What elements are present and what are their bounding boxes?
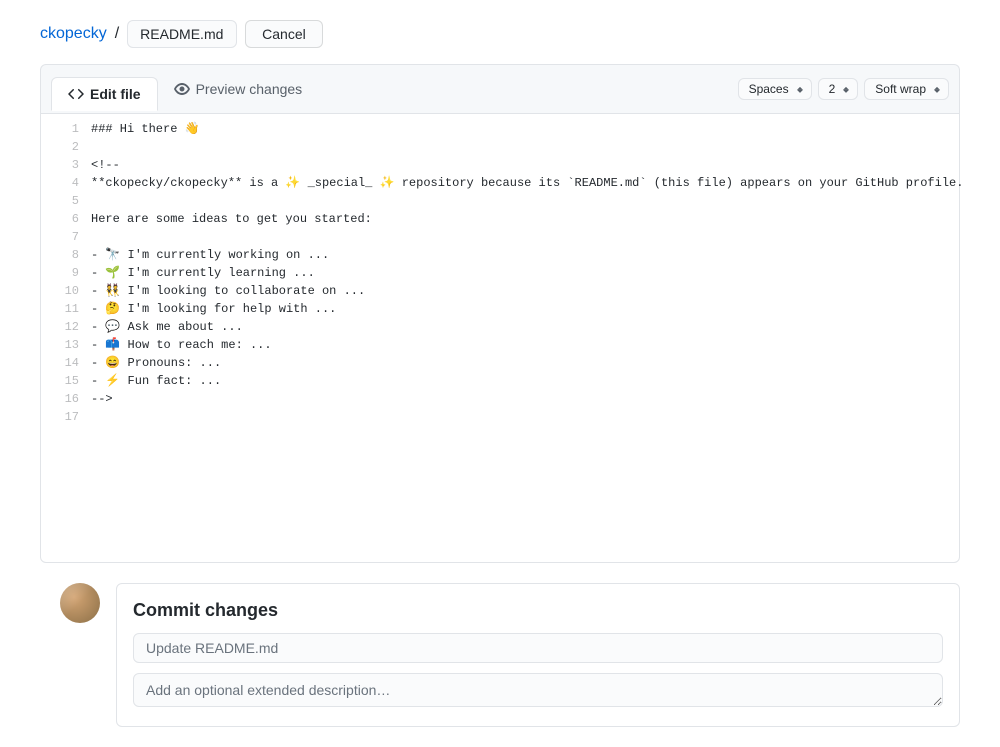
- code-line[interactable]: 5: [41, 192, 959, 210]
- indent-mode-select[interactable]: Spaces: [738, 78, 812, 100]
- code-line[interactable]: 15- ⚡ Fun fact: ...: [41, 372, 959, 390]
- indent-size-select[interactable]: 2: [818, 78, 859, 100]
- line-content[interactable]: [91, 408, 959, 426]
- line-number: 13: [41, 336, 91, 354]
- tab-edit-file[interactable]: Edit file: [51, 77, 158, 111]
- code-line[interactable]: 1### Hi there 👋: [41, 120, 959, 138]
- line-content[interactable]: -->: [91, 390, 959, 408]
- commit-panel: Commit changes: [116, 583, 960, 727]
- commit-summary-input[interactable]: [133, 633, 943, 663]
- line-content[interactable]: - 👯 I'm looking to collaborate on ...: [91, 282, 959, 300]
- line-content[interactable]: - 😄 Pronouns: ...: [91, 354, 959, 372]
- line-number: 11: [41, 300, 91, 318]
- line-content[interactable]: - 🤔 I'm looking for help with ...: [91, 300, 959, 318]
- line-content[interactable]: - 💬 Ask me about ...: [91, 318, 959, 336]
- code-icon: [68, 86, 84, 102]
- editor-toolbar: Edit file Preview changes Spaces 2 Soft …: [40, 64, 960, 113]
- repo-link[interactable]: ckopecky: [40, 25, 107, 43]
- code-line[interactable]: 17: [41, 408, 959, 426]
- line-content[interactable]: Here are some ideas to get you started:: [91, 210, 959, 228]
- line-number: 3: [41, 156, 91, 174]
- line-number: 17: [41, 408, 91, 426]
- code-line[interactable]: 14- 😄 Pronouns: ...: [41, 354, 959, 372]
- line-content[interactable]: <!--: [91, 156, 959, 174]
- code-line[interactable]: 8- 🔭 I'm currently working on ...: [41, 246, 959, 264]
- wrap-mode-select[interactable]: Soft wrap: [864, 78, 949, 100]
- code-line[interactable]: 4**ckopecky/ckopecky** is a ✨ _special_ …: [41, 174, 959, 192]
- line-content[interactable]: - 🔭 I'm currently working on ...: [91, 246, 959, 264]
- line-number: 9: [41, 264, 91, 282]
- code-line[interactable]: 7: [41, 228, 959, 246]
- code-line[interactable]: 10- 👯 I'm looking to collaborate on ...: [41, 282, 959, 300]
- commit-description-textarea[interactable]: [133, 673, 943, 707]
- line-content[interactable]: [91, 192, 959, 210]
- code-line[interactable]: 16-->: [41, 390, 959, 408]
- line-number: 8: [41, 246, 91, 264]
- filename-input[interactable]: [127, 20, 237, 48]
- commit-heading: Commit changes: [133, 600, 943, 621]
- code-line[interactable]: 6Here are some ideas to get you started:: [41, 210, 959, 228]
- path-separator: /: [115, 25, 119, 43]
- line-number: 14: [41, 354, 91, 372]
- line-content[interactable]: - ⚡ Fun fact: ...: [91, 372, 959, 390]
- code-line[interactable]: 13- 📫 How to reach me: ...: [41, 336, 959, 354]
- tab-preview-label: Preview changes: [196, 81, 303, 97]
- line-content[interactable]: [91, 138, 959, 156]
- line-number: 6: [41, 210, 91, 228]
- line-number: 7: [41, 228, 91, 246]
- tab-edit-label: Edit file: [90, 86, 141, 102]
- line-number: 12: [41, 318, 91, 336]
- line-number: 4: [41, 174, 91, 192]
- line-number: 1: [41, 120, 91, 138]
- line-content[interactable]: ### Hi there 👋: [91, 120, 959, 138]
- avatar: [60, 583, 100, 623]
- line-number: 10: [41, 282, 91, 300]
- eye-icon: [174, 81, 190, 97]
- code-line[interactable]: 9- 🌱 I'm currently learning ...: [41, 264, 959, 282]
- cancel-button[interactable]: Cancel: [245, 20, 323, 48]
- line-content[interactable]: - 🌱 I'm currently learning ...: [91, 264, 959, 282]
- line-number: 15: [41, 372, 91, 390]
- line-content[interactable]: **ckopecky/ckopecky** is a ✨ _special_ ✨…: [91, 174, 963, 192]
- tab-preview-changes[interactable]: Preview changes: [158, 73, 319, 105]
- line-number: 5: [41, 192, 91, 210]
- code-line[interactable]: 3<!--: [41, 156, 959, 174]
- code-line[interactable]: 11- 🤔 I'm looking for help with ...: [41, 300, 959, 318]
- code-line[interactable]: 2: [41, 138, 959, 156]
- code-line[interactable]: 12- 💬 Ask me about ...: [41, 318, 959, 336]
- code-editor[interactable]: 1### Hi there 👋23<!--4**ckopecky/ckopeck…: [40, 113, 960, 563]
- line-content[interactable]: [91, 228, 959, 246]
- line-number: 2: [41, 138, 91, 156]
- line-content[interactable]: - 📫 How to reach me: ...: [91, 336, 959, 354]
- line-number: 16: [41, 390, 91, 408]
